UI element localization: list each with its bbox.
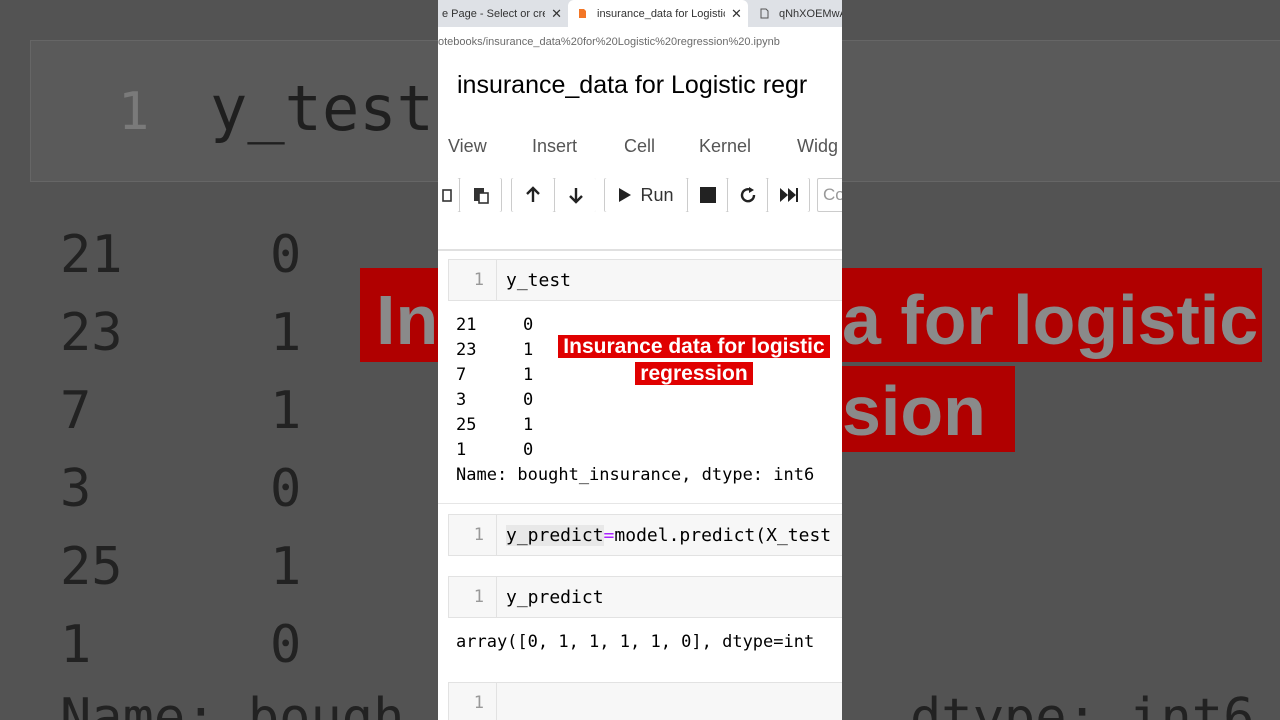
toolbar: Run Co: [438, 178, 842, 216]
line-number: 1: [449, 515, 497, 555]
cell-code: y_test: [506, 269, 572, 291]
bg-banner-left: In: [360, 268, 446, 362]
tab-label: insurance_data for Logistic re: [597, 7, 725, 20]
output-value: 1: [523, 415, 534, 435]
bg-banner-right-2: sion: [842, 366, 1015, 452]
notebook-panel: e Page - Select or create ✕ insurance_da…: [438, 0, 842, 720]
menu-bar: View Insert Cell Kernel Widg: [438, 132, 842, 162]
restart-button[interactable]: [727, 178, 767, 212]
output-index: 25: [456, 415, 477, 435]
restart-icon: [740, 187, 755, 203]
line-number: 1: [449, 577, 497, 617]
code-expression: model.predict(X_test: [614, 524, 832, 546]
paste-button[interactable]: [459, 178, 501, 212]
output-footer: Name: bought_insurance, dtype: int6: [456, 465, 815, 485]
line-number: 1: [449, 260, 497, 300]
cell-type-label: Co: [823, 185, 842, 204]
bg-value: 0: [270, 615, 302, 675]
fast-forward-icon: [779, 188, 798, 202]
run-label: Run: [640, 184, 674, 205]
cell-code: y_predict: [506, 586, 604, 608]
copy-button[interactable]: [438, 178, 459, 212]
browser-tab[interactable]: e Page - Select or create ✕: [438, 0, 562, 27]
bg-index: 25: [60, 537, 123, 597]
code-cell[interactable]: 1 y_predict = model.predict(X_test: [448, 514, 842, 556]
caption-line-2: regression: [635, 362, 753, 385]
menu-view[interactable]: View: [448, 136, 487, 157]
tab-label: qNhXOEMwAA: [779, 7, 842, 20]
bg-footer-right: dtype: int6: [910, 688, 1255, 720]
output-index: 7: [456, 365, 467, 385]
document-icon: [760, 8, 769, 19]
close-icon[interactable]: ✕: [731, 6, 742, 22]
url-text: otebooks/insurance_data%20for%20Logistic…: [438, 36, 780, 48]
menu-insert[interactable]: Insert: [532, 136, 577, 157]
copy-icon: [442, 189, 452, 202]
output-value: 0: [523, 315, 534, 335]
move-button-group: [511, 178, 596, 212]
move-down-button[interactable]: [554, 178, 596, 212]
output-index: 1: [456, 440, 467, 460]
code-cell[interactable]: 1 y_test: [448, 259, 842, 301]
code-operator: =: [603, 524, 615, 546]
bg-footer-left: Name: bough: [60, 688, 405, 720]
output-value: 1: [523, 340, 534, 360]
move-up-button[interactable]: [512, 178, 554, 212]
output-value: 0: [523, 390, 534, 410]
menu-cell[interactable]: Cell: [624, 136, 655, 157]
bg-value: 1: [270, 303, 302, 363]
bg-value: 0: [270, 459, 302, 519]
output-value: 0: [523, 440, 534, 460]
run-button-group: Run: [604, 178, 810, 212]
stop-icon: [699, 187, 716, 203]
interrupt-button[interactable]: [687, 178, 727, 212]
output-index: 23: [456, 340, 477, 360]
menu-kernel[interactable]: Kernel: [699, 136, 751, 157]
edit-button-group: [438, 178, 502, 212]
browser-tab[interactable]: qNhXOEMwAA: [756, 0, 842, 27]
bg-index: 7: [60, 381, 92, 441]
line-number: 1: [449, 683, 497, 720]
address-bar[interactable]: otebooks/insurance_data%20for%20Logistic…: [438, 27, 842, 57]
caption-overlay: Insurance data for logistic regression: [551, 333, 837, 387]
arrow-up-icon: [526, 186, 540, 202]
caption-line-1: Insurance data for logistic: [558, 335, 830, 358]
cell-output-y-predict: array([0, 1, 1, 1, 1, 0], dtype=int: [456, 632, 815, 652]
cell-divider: [438, 503, 842, 504]
notebook-title[interactable]: insurance_data for Logistic regr: [457, 71, 807, 100]
close-icon[interactable]: ✕: [551, 6, 562, 22]
output-value: 1: [523, 365, 534, 385]
code-cell-empty[interactable]: 1: [448, 682, 842, 720]
code-variable: y_predict: [506, 524, 604, 546]
bg-banner-right: a for logistic: [842, 268, 1262, 362]
paste-icon: [473, 188, 489, 204]
run-button[interactable]: Run: [605, 178, 687, 212]
tab-label: e Page - Select or create: [442, 7, 545, 20]
bg-value: 1: [270, 381, 302, 441]
bg-index: 21: [60, 225, 123, 285]
browser-tab-bar: e Page - Select or create ✕ insurance_da…: [438, 0, 842, 27]
play-icon: [619, 188, 632, 202]
jupyter-icon: [578, 8, 587, 19]
menu-widgets[interactable]: Widg: [797, 136, 838, 157]
cell-code: y_predict = model.predict(X_test: [506, 515, 831, 555]
bg-index: 23: [60, 303, 123, 363]
notebook-divider: [438, 249, 842, 251]
output-index: 3: [456, 390, 467, 410]
restart-run-all-button[interactable]: [767, 178, 809, 212]
output-index: 21: [456, 315, 477, 335]
bg-index: 3: [60, 459, 92, 519]
bg-line-number: 1: [118, 82, 150, 142]
bg-value: 1: [270, 537, 302, 597]
bg-value: 0: [270, 225, 302, 285]
code-cell[interactable]: 1 y_predict: [448, 576, 842, 618]
bg-index: 1: [60, 615, 92, 675]
arrow-down-icon: [568, 188, 583, 204]
browser-tab-active[interactable]: insurance_data for Logistic re ✕: [568, 0, 748, 27]
cell-type-select[interactable]: Co: [817, 178, 842, 212]
bg-code: y_test: [210, 72, 434, 145]
